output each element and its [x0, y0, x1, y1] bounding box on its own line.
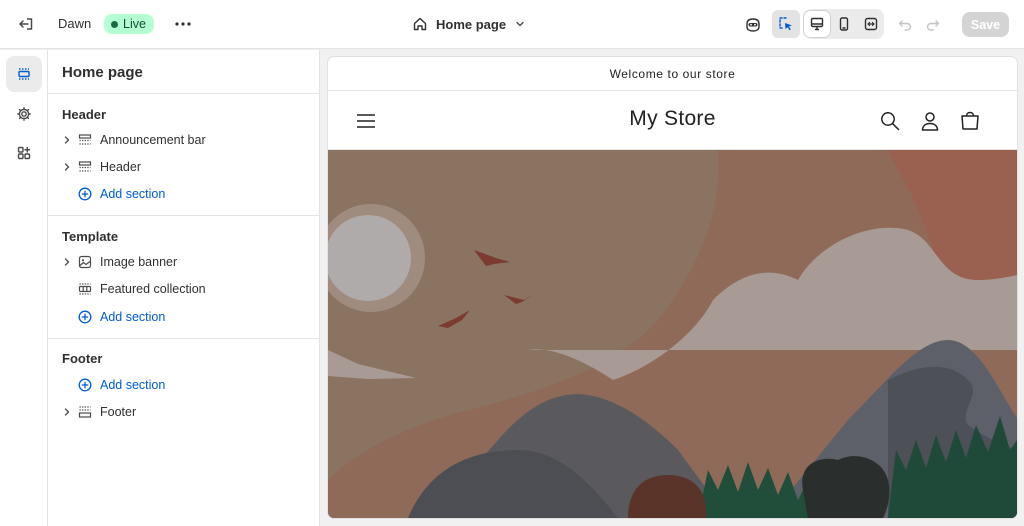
desktop-view-button[interactable] — [804, 11, 830, 37]
more-horizontal-icon — [175, 22, 191, 26]
divider — [48, 93, 320, 94]
live-status-badge: Live — [104, 14, 154, 34]
redo-icon — [926, 20, 940, 31]
account-button[interactable] — [917, 108, 943, 134]
collection-icon — [78, 282, 92, 296]
chevron-right-icon[interactable] — [62, 257, 72, 267]
chevron-right-icon[interactable] — [62, 407, 72, 417]
section-item-label: Image banner — [100, 255, 178, 269]
plus-circle-icon — [78, 378, 92, 392]
viewport-switcher — [804, 9, 884, 39]
section-item-image-banner[interactable]: Image banner — [62, 250, 312, 274]
fullscreen-icon — [864, 17, 878, 31]
undo-button[interactable] — [892, 12, 918, 38]
cart-icon — [961, 111, 979, 130]
storefront-preview: Welcome to our store My Store — [328, 57, 1017, 518]
save-button[interactable]: Save — [962, 12, 1009, 37]
theme-settings-tab[interactable] — [6, 96, 42, 132]
redo-button[interactable] — [920, 12, 946, 38]
chevron-down-icon — [516, 21, 524, 27]
announcement-text: Welcome to our store — [609, 66, 736, 81]
live-dot-icon — [111, 20, 118, 28]
exit-button[interactable] — [14, 12, 38, 36]
editor-rail — [0, 50, 48, 526]
search-button[interactable] — [877, 108, 903, 134]
add-section-label: Add section — [100, 187, 166, 201]
landscape-illustration — [328, 150, 1017, 518]
add-section-button-template[interactable]: Add section — [62, 305, 312, 329]
group-title-header: Header — [62, 107, 107, 122]
add-section-button-footer[interactable]: Add section — [62, 373, 312, 397]
live-status-label: Live — [123, 17, 146, 31]
section-item-label: Featured collection — [100, 282, 206, 296]
inspector-toggle-button[interactable] — [772, 10, 800, 38]
undo-icon — [898, 20, 912, 31]
add-section-button-header[interactable]: Add section — [62, 182, 312, 206]
section-item-footer[interactable]: Footer — [62, 400, 312, 424]
plus-circle-icon — [78, 310, 92, 324]
chevron-right-icon[interactable] — [62, 162, 72, 172]
image-banner[interactable] — [328, 150, 1017, 518]
plus-circle-icon — [78, 187, 92, 201]
more-actions-button[interactable] — [170, 12, 196, 36]
sections-panel: Home page Header Announcement bar Header… — [48, 50, 320, 526]
cart-button[interactable] — [957, 108, 983, 134]
sections-tab[interactable] — [6, 56, 42, 92]
chevron-right-icon[interactable] — [62, 135, 72, 145]
announcement-bar[interactable]: Welcome to our store — [328, 57, 1017, 91]
store-header[interactable]: My Store — [328, 91, 1017, 150]
sidekick-icon — [746, 18, 760, 32]
mobile-icon — [839, 17, 849, 31]
apps-tab[interactable] — [6, 135, 42, 171]
section-item-label: Header — [100, 160, 141, 174]
image-icon — [78, 255, 92, 269]
sidekick-button[interactable] — [740, 12, 766, 38]
divider — [48, 215, 320, 216]
theme-name: Dawn — [58, 16, 92, 31]
divider — [48, 338, 320, 339]
editor-topbar: Dawn Live Home page Save — [0, 0, 1024, 49]
panel-title: Home page — [62, 64, 143, 81]
section-item-header[interactable]: Header — [62, 155, 312, 179]
section-layout-icon — [78, 160, 92, 174]
section-item-label: Footer — [100, 405, 137, 419]
add-section-label: Add section — [100, 310, 166, 324]
footer-layout-icon — [78, 405, 92, 419]
mobile-view-button[interactable] — [831, 11, 857, 37]
home-icon — [413, 17, 427, 31]
account-icon — [921, 112, 939, 131]
search-icon — [881, 112, 900, 131]
desktop-icon — [810, 17, 824, 31]
group-title-template: Template — [62, 229, 119, 244]
page-selector[interactable]: Home page — [412, 12, 526, 36]
apps-icon — [17, 146, 31, 160]
settings-gear-icon — [17, 107, 31, 121]
section-item-label: Announcement bar — [100, 133, 206, 147]
add-section-label: Add section — [100, 378, 166, 392]
section-item-featured-collection[interactable]: Featured collection — [62, 277, 312, 301]
section-item-announcement-bar[interactable]: Announcement bar — [62, 128, 312, 152]
page-selector-label: Home page — [436, 16, 507, 32]
select-cursor-icon — [779, 17, 792, 31]
group-title-footer: Footer — [62, 351, 103, 366]
fullscreen-view-button[interactable] — [858, 11, 884, 37]
sections-icon — [18, 68, 30, 80]
section-layout-icon — [78, 133, 92, 147]
store-name[interactable]: My Store — [328, 107, 1017, 131]
exit-icon — [19, 18, 33, 30]
